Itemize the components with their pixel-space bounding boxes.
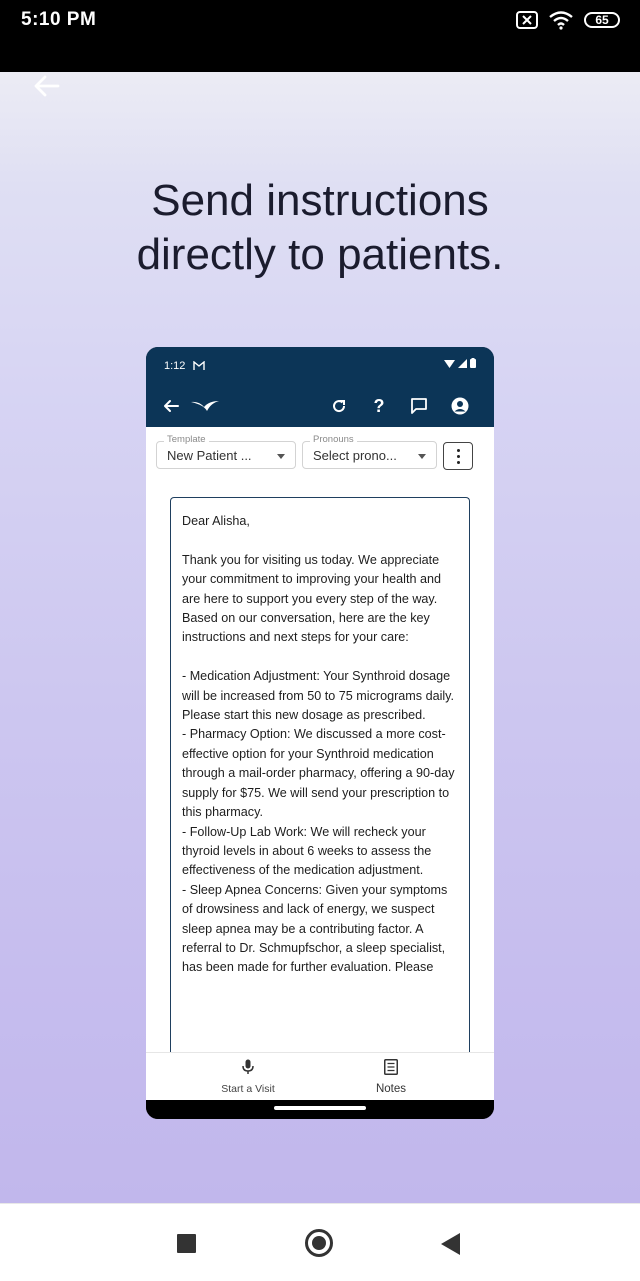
patient-letter-text: Dear Alisha, Thank you for visiting us t… <box>182 514 455 975</box>
bottom-nav: Start a Visit Notes <box>146 1052 494 1101</box>
promo-screen: Send instructions directly to patients. … <box>0 72 640 1203</box>
headline: Send instructions directly to patients. <box>0 174 640 282</box>
refresh-icon <box>333 400 346 413</box>
wifi-icon <box>549 11 573 30</box>
phone-status-time: 1:12 <box>164 360 186 372</box>
back-triangle-icon[interactable] <box>441 1233 460 1255</box>
back-arrow-icon[interactable] <box>30 72 62 104</box>
pronouns-label: Pronouns <box>310 434 357 445</box>
more-options-button[interactable] <box>443 442 473 470</box>
status-bar: 5:10 PM 65 <box>0 0 640 72</box>
more-dot <box>456 460 460 464</box>
patient-letter-editor[interactable]: Dear Alisha, Thank you for visiting us t… <box>170 497 470 1057</box>
help-button[interactable]: ? <box>366 393 392 419</box>
notes-icon <box>384 1059 398 1075</box>
system-nav-bar <box>0 1203 640 1281</box>
help-icon: ? <box>373 395 385 416</box>
home-icon[interactable] <box>305 1229 333 1257</box>
refresh-button[interactable] <box>326 393 352 419</box>
feedback-button[interactable] <box>406 393 432 419</box>
nav-start-visit[interactable]: Start a Visit <box>188 1059 308 1095</box>
status-time: 5:10 PM <box>21 9 97 30</box>
phone-status-icons <box>444 358 476 368</box>
pronouns-dropdown[interactable]: Pronouns Select prono... <box>302 434 437 469</box>
nav-notes-label: Notes <box>375 1083 407 1095</box>
battery-level: 65 <box>595 13 609 27</box>
template-value: New Patient ... <box>167 448 252 463</box>
phone-battery-icon <box>470 358 476 368</box>
more-dot <box>456 454 460 458</box>
chevron-down-icon <box>277 454 285 459</box>
account-button[interactable] <box>447 393 473 419</box>
account-icon <box>451 397 469 415</box>
chevron-down-icon <box>418 454 426 459</box>
nav-start-visit-label: Start a Visit <box>221 1083 275 1095</box>
nav-notes[interactable]: Notes <box>331 1059 451 1095</box>
phone-content: Template New Patient ... Pronouns Select… <box>146 427 494 1057</box>
home-indicator <box>274 1106 366 1110</box>
template-dropdown[interactable]: Template New Patient ... <box>156 434 296 469</box>
chat-icon <box>411 398 427 414</box>
app-logo <box>188 393 222 419</box>
notification-x-icon <box>516 11 538 29</box>
pronouns-value: Select prono... <box>313 448 397 463</box>
app-back-arrow-icon <box>164 400 179 412</box>
app-back-button[interactable] <box>158 393 184 419</box>
gmail-icon <box>193 361 205 370</box>
app-bar: ? <box>146 385 494 427</box>
microphone-icon <box>242 1059 254 1074</box>
status-icons: 65 <box>516 10 620 30</box>
headline-line-1: Send instructions <box>151 176 489 225</box>
phone-wifi-icon <box>444 359 455 368</box>
headline-line-2: directly to patients. <box>136 230 504 279</box>
phone-mockup: 1:12 ? Template New Patient ... Pronouns… <box>146 347 494 1119</box>
more-dot <box>456 448 460 452</box>
battery-indicator: 65 <box>584 12 620 28</box>
phone-status-bar: 1:12 <box>146 347 494 385</box>
recent-apps-icon[interactable] <box>177 1234 196 1253</box>
template-label: Template <box>164 434 209 445</box>
bird-logo-icon <box>191 401 219 411</box>
phone-home-bar <box>146 1100 494 1119</box>
phone-signal-icon <box>458 358 467 368</box>
